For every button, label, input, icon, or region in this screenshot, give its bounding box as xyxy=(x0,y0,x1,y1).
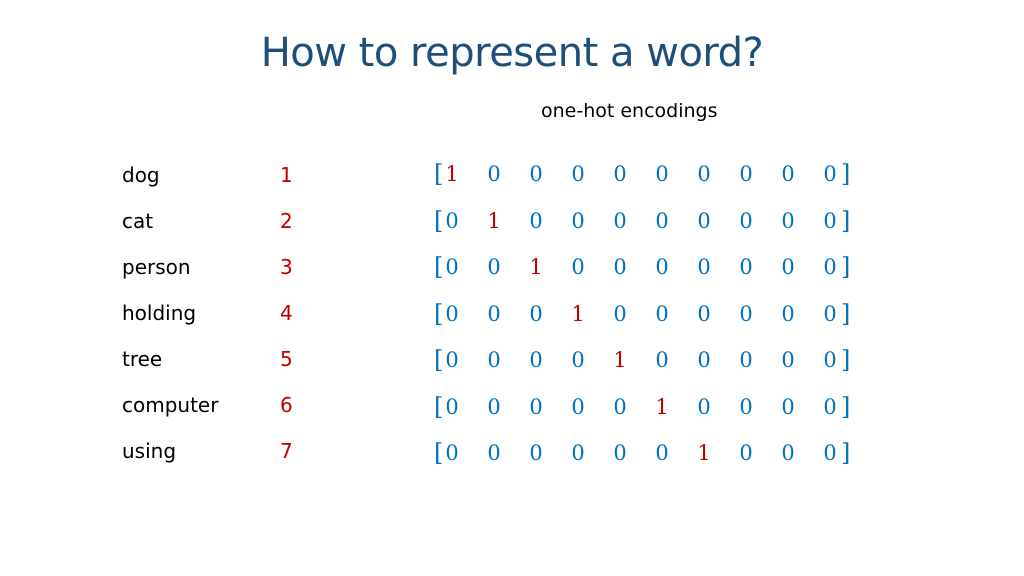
zero-cell: 0 xyxy=(487,441,501,465)
vocab-index: 6 xyxy=(280,393,293,417)
zero-cell: 0 xyxy=(655,162,669,186)
zero-cell: 0 xyxy=(445,208,459,233)
zero-cell: 0 xyxy=(823,394,837,419)
zero-cell: 0 xyxy=(529,394,543,419)
zero-cell: 0 xyxy=(739,348,753,372)
zero-cell: 0 xyxy=(655,441,669,465)
vocab-word: computer xyxy=(122,393,219,417)
zero-cell: 0 xyxy=(655,348,669,372)
zero-cell: 0 xyxy=(697,348,711,372)
zero-cell: 0 xyxy=(697,394,711,419)
slide-title: How to represent a word? xyxy=(260,30,764,76)
close-bracket: ] xyxy=(841,346,851,374)
zero-cell: 0 xyxy=(781,348,795,372)
zero-cell: 0 xyxy=(613,441,627,465)
zero-cell: 0 xyxy=(697,255,711,279)
close-bracket: ] xyxy=(841,160,851,188)
zero-cell: 0 xyxy=(823,441,837,465)
zero-cell: 0 xyxy=(739,208,753,233)
vocab-index: 7 xyxy=(280,439,293,463)
zero-cell: 0 xyxy=(445,255,459,279)
zero-cell: 0 xyxy=(781,162,795,186)
zero-cell: 0 xyxy=(529,208,543,233)
slide-subtitle: one-hot encodings xyxy=(541,100,718,122)
zero-cell: 0 xyxy=(739,162,753,186)
vocab-word: dog xyxy=(122,163,160,187)
zero-cell: 0 xyxy=(697,162,711,186)
hot-cell: 1 xyxy=(613,348,627,372)
zero-cell: 0 xyxy=(571,208,585,233)
zero-cell: 0 xyxy=(613,255,627,279)
zero-cell: 0 xyxy=(445,301,459,326)
hot-cell: 1 xyxy=(655,394,669,419)
zero-cell: 0 xyxy=(613,162,627,186)
zero-cell: 0 xyxy=(655,301,669,326)
zero-cell: 0 xyxy=(529,348,543,372)
vocab-index: 3 xyxy=(280,255,293,279)
zero-cell: 0 xyxy=(529,441,543,465)
zero-cell: 0 xyxy=(487,162,501,186)
vocab-word: tree xyxy=(122,347,163,371)
zero-cell: 0 xyxy=(697,208,711,233)
zero-cell: 0 xyxy=(613,301,627,326)
vocab-index: 2 xyxy=(280,209,293,233)
zero-cell: 0 xyxy=(739,394,753,419)
close-bracket: ] xyxy=(841,253,851,281)
close-bracket: ] xyxy=(841,299,851,328)
close-bracket: ] xyxy=(841,392,851,421)
zero-cell: 0 xyxy=(739,301,753,326)
zero-cell: 0 xyxy=(613,208,627,233)
zero-cell: 0 xyxy=(781,301,795,326)
zero-cell: 0 xyxy=(487,301,501,326)
zero-cell: 0 xyxy=(529,162,543,186)
zero-cell: 0 xyxy=(445,441,459,465)
hot-cell: 1 xyxy=(487,208,501,233)
zero-cell: 0 xyxy=(487,255,501,279)
zero-cell: 0 xyxy=(487,348,501,372)
zero-cell: 0 xyxy=(613,394,627,419)
hot-cell: 1 xyxy=(697,441,711,465)
vocab-index: 4 xyxy=(280,301,293,325)
zero-cell: 0 xyxy=(823,348,837,372)
zero-cell: 0 xyxy=(487,394,501,419)
zero-cell: 0 xyxy=(781,441,795,465)
zero-cell: 0 xyxy=(823,255,837,279)
hot-cell: 1 xyxy=(529,255,543,279)
zero-cell: 0 xyxy=(697,301,711,326)
zero-cell: 0 xyxy=(823,208,837,233)
zero-cell: 0 xyxy=(823,301,837,326)
zero-cell: 0 xyxy=(571,348,585,372)
vocab-index: 5 xyxy=(280,347,293,371)
vocab-index: 1 xyxy=(280,163,293,187)
zero-cell: 0 xyxy=(571,441,585,465)
zero-cell: 0 xyxy=(571,394,585,419)
hot-cell: 1 xyxy=(571,301,585,326)
zero-cell: 0 xyxy=(781,255,795,279)
zero-cell: 0 xyxy=(823,162,837,186)
vocab-word: cat xyxy=(122,209,154,233)
zero-cell: 0 xyxy=(781,394,795,419)
zero-cell: 0 xyxy=(655,255,669,279)
close-bracket: ] xyxy=(841,439,851,467)
zero-cell: 0 xyxy=(571,255,585,279)
hot-cell: 1 xyxy=(445,162,459,186)
zero-cell: 0 xyxy=(655,208,669,233)
zero-cell: 0 xyxy=(739,441,753,465)
zero-cell: 0 xyxy=(445,394,459,419)
vocab-word: using xyxy=(122,439,177,463)
zero-cell: 0 xyxy=(529,301,543,326)
close-bracket: ] xyxy=(841,206,851,235)
zero-cell: 0 xyxy=(739,255,753,279)
vocab-word: person xyxy=(122,255,191,279)
zero-cell: 0 xyxy=(445,348,459,372)
zero-cell: 0 xyxy=(571,162,585,186)
zero-cell: 0 xyxy=(781,208,795,233)
vocab-word: holding xyxy=(122,301,197,325)
